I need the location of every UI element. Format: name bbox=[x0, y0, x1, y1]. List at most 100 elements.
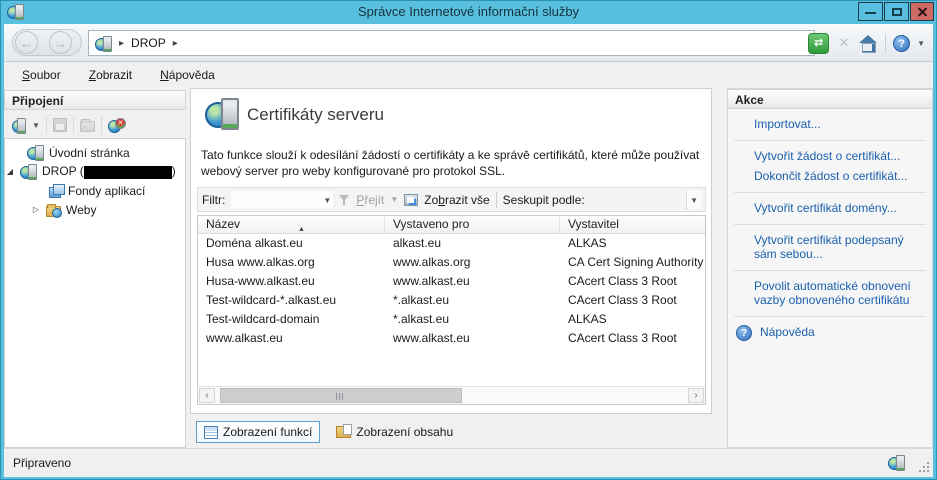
tab-content-view[interactable]: Zobrazení obsahu bbox=[328, 421, 461, 443]
table-row[interactable]: Husa-www.alkast.eu www.alkast.eu CAcert … bbox=[198, 272, 705, 291]
menu-soubor[interactable]: Soubor bbox=[22, 68, 61, 82]
column-header-issued-to[interactable]: Vystaveno pro bbox=[385, 216, 560, 233]
server-certificates-icon bbox=[205, 98, 239, 128]
group-by-dropdown[interactable]: ▼ bbox=[686, 190, 701, 209]
filter-toolbar: Filtr: ▼ Přejít ▼ Zobrazit vše Seskupit … bbox=[197, 187, 706, 212]
actions-group: Vytvořit žádost o certifikát... Dokončit… bbox=[734, 141, 926, 193]
column-header-issued-by[interactable]: Vystavitel bbox=[560, 216, 705, 233]
refresh-icon[interactable]: ⇄ bbox=[808, 33, 829, 54]
menu-bar: Soubor Zobrazit Nápověda bbox=[4, 62, 933, 88]
group-by-label: Seskupit podle: bbox=[503, 193, 585, 207]
maximize-button[interactable] bbox=[884, 2, 909, 21]
window-title: Správce Internetové informační služby bbox=[0, 0, 937, 24]
action-enable-automatic-rebind[interactable]: Povolit automatické obnovení vazby obnov… bbox=[754, 276, 926, 310]
tree-item-start-page[interactable]: Úvodní stránka bbox=[5, 143, 185, 162]
connections-tree: Úvodní stránka ◢ DROP () Fondy aplikací … bbox=[4, 138, 186, 448]
minimize-icon bbox=[865, 12, 876, 14]
actions-group: Vytvořit certifikát domény... bbox=[734, 193, 926, 225]
stop-icon: ✕ bbox=[836, 35, 852, 51]
show-all-icon[interactable] bbox=[404, 194, 418, 206]
table-row[interactable]: Test-wildcard-domain *.alkast.eu ALKAS bbox=[198, 310, 705, 329]
connections-panel: Připojení ▼ Úvodní stránka ◢ DROP () bbox=[4, 90, 187, 448]
nav-buttons: ← → bbox=[12, 29, 82, 56]
go-funnel-icon bbox=[339, 194, 350, 205]
title-bar[interactable]: Správce Internetové informační služby bbox=[0, 0, 937, 24]
collapse-expander-icon[interactable]: ◢ bbox=[5, 167, 15, 176]
table-header-row: Název▲ Vystaveno pro Vystavitel bbox=[198, 216, 705, 234]
show-all-button[interactable]: Zobrazit vše bbox=[424, 193, 489, 207]
connections-toolbar: ▼ bbox=[4, 112, 186, 138]
save-connection-icon bbox=[53, 118, 67, 132]
breadcrumb[interactable]: ▸ DROP ▸ bbox=[88, 30, 815, 56]
sites-folder-icon bbox=[46, 206, 61, 217]
actions-group: Vytvořit certifikát podepsaný sám sebou.… bbox=[734, 225, 926, 271]
actions-header: Akce bbox=[728, 89, 932, 109]
table-row[interactable]: Husa www.alkas.org www.alkas.org CA Cert… bbox=[198, 253, 705, 272]
table-row[interactable]: Doména alkast.eu alkast.eu ALKAS bbox=[198, 234, 705, 253]
column-header-name[interactable]: Název▲ bbox=[198, 216, 385, 233]
chevron-right-icon[interactable]: ▸ bbox=[173, 38, 178, 49]
tree-item-sites[interactable]: ▷ Weby bbox=[5, 200, 185, 219]
status-bar: Připraveno bbox=[4, 448, 933, 477]
group-by-caret-icon[interactable]: ▼ bbox=[690, 196, 698, 205]
help-icon[interactable]: ? bbox=[893, 35, 910, 52]
help-dropdown-caret-icon[interactable]: ▼ bbox=[917, 39, 925, 48]
expand-expander-icon[interactable]: ▷ bbox=[31, 205, 41, 214]
delete-connection-icon[interactable] bbox=[108, 118, 122, 133]
action-help[interactable]: Nápověda bbox=[760, 322, 926, 342]
redacted-server-name bbox=[84, 166, 172, 179]
go-button: Přejít bbox=[356, 193, 384, 207]
filter-input[interactable]: ▼ bbox=[231, 191, 333, 208]
server-certificates-panel: Certifikáty serveru Tato funkce slouží k… bbox=[190, 88, 712, 414]
help-icon: ? bbox=[736, 325, 752, 341]
back-button[interactable]: ← bbox=[15, 31, 38, 54]
breadcrumb-server[interactable]: DROP bbox=[131, 36, 166, 50]
address-toolbar: ⇄ ✕ ? ▼ bbox=[808, 31, 925, 55]
status-iis-icon bbox=[888, 455, 905, 470]
horizontal-scrollbar[interactable]: ‹ › bbox=[198, 386, 705, 404]
minimize-button[interactable] bbox=[858, 2, 883, 21]
tree-item-server[interactable]: ◢ DROP () bbox=[5, 162, 185, 181]
tree-item-application-pools[interactable]: Fondy aplikací bbox=[5, 181, 185, 200]
table-row[interactable]: www.alkast.eu www.alkast.eu CAcert Class… bbox=[198, 329, 705, 348]
action-create-certificate-request[interactable]: Vytvořit žádost o certifikát... bbox=[754, 146, 926, 166]
status-text: Připraveno bbox=[13, 456, 71, 470]
action-complete-certificate-request[interactable]: Dokončit žádost o certifikát... bbox=[754, 166, 926, 186]
start-page-icon bbox=[27, 145, 44, 160]
content-view-icon bbox=[336, 426, 351, 438]
create-connection-caret-icon[interactable]: ▼ bbox=[32, 121, 40, 130]
filter-label: Filtr: bbox=[202, 193, 225, 207]
up-folder-icon bbox=[80, 121, 95, 132]
chevron-right-icon[interactable]: ▸ bbox=[119, 38, 124, 49]
address-bar: ← → ▸ DROP ▸ ⇄ ✕ ? ▼ bbox=[4, 24, 933, 62]
maximize-icon bbox=[892, 8, 902, 16]
menu-napoveda[interactable]: Nápověda bbox=[160, 68, 215, 82]
actions-group: Importovat... bbox=[734, 109, 926, 141]
feature-title: Certifikáty serveru bbox=[247, 105, 384, 125]
scrollbar-thumb[interactable] bbox=[220, 388, 462, 403]
tab-features-view[interactable]: Zobrazení funkcí bbox=[196, 421, 320, 443]
server-icon bbox=[95, 36, 112, 51]
scroll-right-icon[interactable]: › bbox=[688, 388, 704, 403]
connections-header: Připojení bbox=[4, 90, 186, 110]
close-button[interactable] bbox=[910, 2, 934, 21]
forward-button[interactable]: → bbox=[49, 31, 72, 54]
actions-group: Povolit automatické obnovení vazby obnov… bbox=[734, 271, 926, 317]
action-create-domain-certificate[interactable]: Vytvořit certifikát domény... bbox=[754, 198, 926, 218]
application-pools-icon bbox=[49, 184, 63, 197]
resize-grip[interactable] bbox=[918, 461, 930, 473]
view-tabs: Zobrazení funkcí Zobrazení obsahu bbox=[196, 421, 461, 443]
server-node-icon bbox=[20, 164, 37, 179]
action-import[interactable]: Importovat... bbox=[754, 114, 926, 134]
table-row[interactable]: Test-wildcard-*.alkast.eu *.alkast.eu CA… bbox=[198, 291, 705, 310]
features-view-icon bbox=[204, 426, 218, 439]
sort-ascending-icon: ▲ bbox=[298, 221, 305, 238]
filter-caret-icon[interactable]: ▼ bbox=[323, 196, 331, 205]
toolbar-divider bbox=[885, 34, 886, 52]
menu-zobrazit[interactable]: Zobrazit bbox=[89, 68, 132, 82]
create-connection-icon[interactable] bbox=[12, 118, 26, 133]
scroll-left-icon[interactable]: ‹ bbox=[199, 388, 215, 403]
home-icon[interactable] bbox=[859, 35, 878, 52]
go-caret-icon: ▼ bbox=[390, 195, 398, 204]
action-create-self-signed-certificate[interactable]: Vytvořit certifikát podepsaný sám sebou.… bbox=[754, 230, 926, 264]
